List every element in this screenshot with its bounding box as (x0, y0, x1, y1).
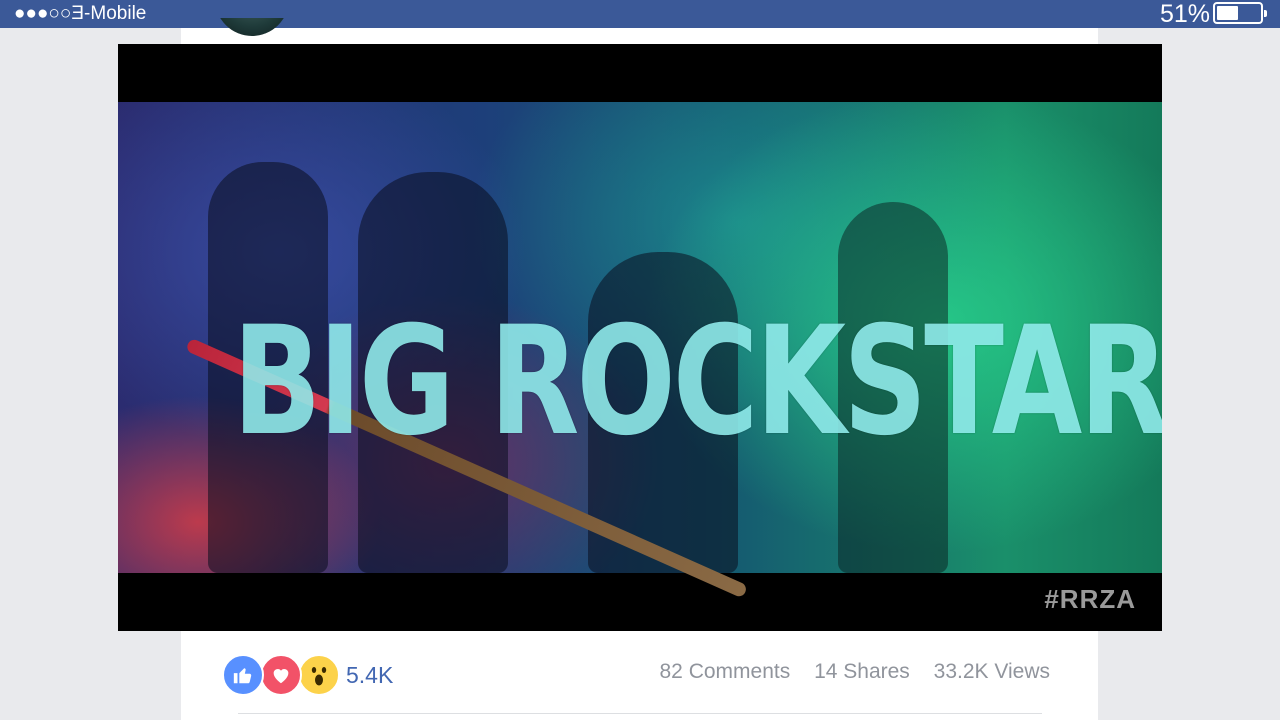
avatar-image (215, 18, 289, 36)
battery-fill (1217, 6, 1239, 20)
carrier-label: ●●●○○Ǝ-Mobile (14, 3, 147, 24)
heart-icon (273, 669, 289, 684)
shares-count[interactable]: 14 Shares (814, 660, 910, 683)
love-icon (260, 654, 302, 696)
comments-count[interactable]: 82 Comments (660, 660, 791, 683)
thumbs-up-icon (233, 668, 252, 684)
battery-percent: 51% (1159, 0, 1210, 28)
avatar[interactable] (215, 18, 289, 38)
views-count: 33.2K Views (933, 660, 1050, 683)
battery-icon (1213, 2, 1267, 24)
video-headline: BIG ROCKSTAR (232, 295, 1162, 469)
status-bar: ●●●○○Ǝ-Mobile 51% (0, 0, 1280, 28)
divider (238, 713, 1042, 714)
like-icon (222, 654, 264, 696)
wow-icon (298, 654, 340, 696)
engagement-counts: 82 Comments 14 Shares 33.2K Views (642, 660, 1051, 684)
video-watermark: #RRZA (1044, 584, 1136, 614)
wow-face-icon (311, 667, 327, 686)
reactions-count[interactable]: 5.4K (346, 662, 393, 689)
video-frame: BIG ROCKSTAR (118, 102, 1162, 599)
video-player[interactable]: BIG ROCKSTAR #RRZA (118, 44, 1162, 631)
